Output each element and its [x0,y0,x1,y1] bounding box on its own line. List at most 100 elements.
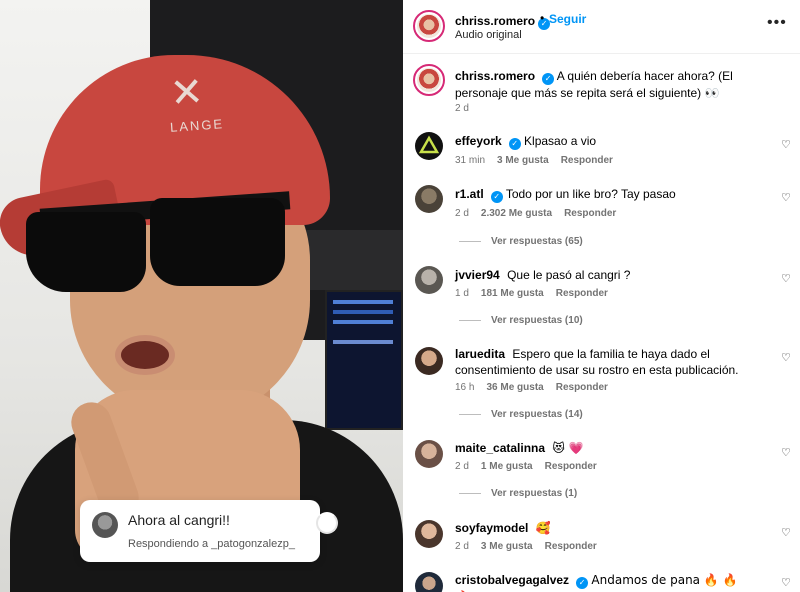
video-player[interactable]: ✕ LANGE Ahora al cangri!! Respondiendo a… [0,0,403,592]
verified-icon: ✓ [542,73,555,85]
view-replies-button[interactable]: Ver respuestas (14) [459,409,583,420]
reply-button[interactable]: Responder [545,461,597,472]
comment-likes[interactable]: 181 Me gusta [481,288,544,299]
avatar [418,135,440,154]
commenter-avatar[interactable] [415,132,443,160]
post-caption: chriss.romero ✓ A quién debería hacer aho… [403,64,800,124]
heart-icon[interactable]: ♡ [781,526,791,539]
comment-item: jvvier94 Que le pasó al cangri ? 1 d 181 … [403,264,800,336]
comment-meta: 2 d 3 Me gusta Responder [455,541,609,552]
comment-item: effeyork ✓ Klpasao a vio 31 min 3 Me gusta… [403,130,800,180]
comment-meta: 2 d 1 Me gusta Responder [455,461,609,472]
comment-time[interactable]: 31 min [455,155,485,166]
replies-line [459,413,481,415]
heart-icon[interactable]: ♡ [781,351,791,364]
heart-icon[interactable]: ♡ [781,138,791,151]
comment-text-block: cristobalvegagalvez ✓ Andamos de pana 🔥 🔥… [455,572,755,592]
comment-item: laruedita Espero que la familia te haya … [403,345,800,423]
post-header: chriss.romero ✓ • Seguir Audio original •… [403,0,800,54]
view-replies-button[interactable]: Ver respuestas (65) [459,236,583,247]
avatar [417,68,441,92]
comment-item: cristobalvegagalvez ✓ Andamos de pana 🔥 🔥… [403,572,800,592]
avatar [417,14,441,38]
glasses-lens-left [26,212,146,292]
comment-time[interactable]: 2 d [455,461,469,472]
view-replies-label: Ver respuestas (65) [491,236,583,247]
reply-button[interactable]: Responder [556,382,608,393]
comment-time[interactable]: 1 d [455,288,469,299]
reply-button[interactable]: Responder [545,541,597,552]
caption-username[interactable]: chriss.romero [455,69,535,83]
comment-likes[interactable]: 3 Me gusta [481,541,533,552]
comment-time[interactable]: 2 d [455,541,469,552]
view-replies-label: Ver respuestas (10) [491,315,583,326]
reply-button[interactable]: Responder [561,155,613,166]
comment-username[interactable]: effeyork [455,134,502,148]
caption-time[interactable]: 2 d [455,103,469,114]
caption-meta: 2 d [455,103,481,114]
follow-button[interactable]: Seguir [549,12,586,26]
view-replies-label: Ver respuestas (1) [491,488,578,499]
comment-text-block: r1.atl ✓ Todo por un like bro? Tay pasao [455,186,755,203]
comment-text: Klpasao a vio [524,134,597,148]
comment-item: r1.atl ✓ Todo por un like bro? Tay pasao … [403,183,800,255]
heart-icon[interactable]: ♡ [781,272,791,285]
comment-likes[interactable]: 1 Me gusta [481,461,533,472]
comment-likes[interactable]: 2.302 Me gusta [481,208,552,219]
comment-text: Que le pasó al cangri ? [507,268,631,282]
comment-text-block: maite_catalinna 😻 💗 [455,440,755,456]
author-name-row: chriss.romero ✓ [455,12,551,30]
reply-button[interactable]: Responder [564,208,616,219]
verified-icon: ✓ [508,138,521,150]
commenter-avatar[interactable] [415,185,443,213]
view-replies-button[interactable]: Ver respuestas (1) [459,488,577,499]
comment-likes[interactable]: 36 Me gusta [486,382,543,393]
audio-link[interactable]: Audio original [455,29,522,41]
comment-time[interactable]: 2 d [455,208,469,219]
background-monitor [325,290,403,430]
commenter-avatar[interactable] [415,347,443,375]
comment-username[interactable]: r1.atl [455,187,484,201]
reply-sticker-title: Ahora al cangri!! [128,512,230,528]
comment-text: Todo por un like bro? Tay pasao [505,187,676,201]
loading-spinner-icon [316,512,338,534]
replies-line [459,319,481,321]
heart-icon[interactable]: ♡ [781,576,791,589]
separator-dot: • [540,11,545,25]
more-options-icon[interactable]: ••• [767,14,787,32]
comment-item: maite_catalinna 😻 💗 2 d 1 Me gusta Respond… [403,440,800,510]
comment-username[interactable]: soyfaymodel [455,521,528,535]
view-replies-button[interactable]: Ver respuestas (10) [459,315,583,326]
commenter-avatar[interactable] [415,266,443,294]
comment-username[interactable]: laruedita [455,347,505,361]
caption-text-block: chriss.romero ✓ A quién debería hacer aho… [455,68,755,101]
comment-text: 😻 💗 [552,441,584,455]
author-username[interactable]: chriss.romero [455,14,535,28]
comment-time[interactable]: 16 h [455,382,474,393]
heart-icon[interactable]: ♡ [781,191,791,204]
comment-text: 🥰 [535,521,551,535]
commenter-avatar[interactable] [415,520,443,548]
comment-username[interactable]: maite_catalinna [455,441,545,455]
reply-sticker-subtitle: Respondiendo a _patogonzalezp_ [128,538,295,550]
comment-text-block: jvvier94 Que le pasó al cangri ? [455,267,755,283]
author-avatar[interactable] [413,10,445,42]
comment-text-block: effeyork ✓ Klpasao a vio [455,133,755,150]
cap-logo: ✕ [168,68,206,118]
heart-icon[interactable]: ♡ [781,446,791,459]
comment-username[interactable]: cristobalvegagalvez [455,573,569,587]
glasses-lens-right [150,198,285,286]
comments-panel: chriss.romero ✓ • Seguir Audio original •… [403,0,800,592]
commenter-avatar[interactable] [415,440,443,468]
reply-sticker[interactable]: Ahora al cangri!! Respondiendo a _patogo… [80,500,338,562]
comment-likes[interactable]: 3 Me gusta [497,155,549,166]
verified-icon: ✓ [490,191,503,203]
replies-line [459,240,481,242]
caption-avatar[interactable] [413,64,445,96]
reply-button[interactable]: Responder [556,288,608,299]
comment-item: soyfaymodel 🥰 2 d 3 Me gusta Responder ♡ [403,520,800,560]
commenter-avatar[interactable] [415,572,443,592]
comment-username[interactable]: jvvier94 [455,268,500,282]
background-screen [305,230,403,290]
comment-meta: 16 h 36 Me gusta Responder [455,382,620,393]
